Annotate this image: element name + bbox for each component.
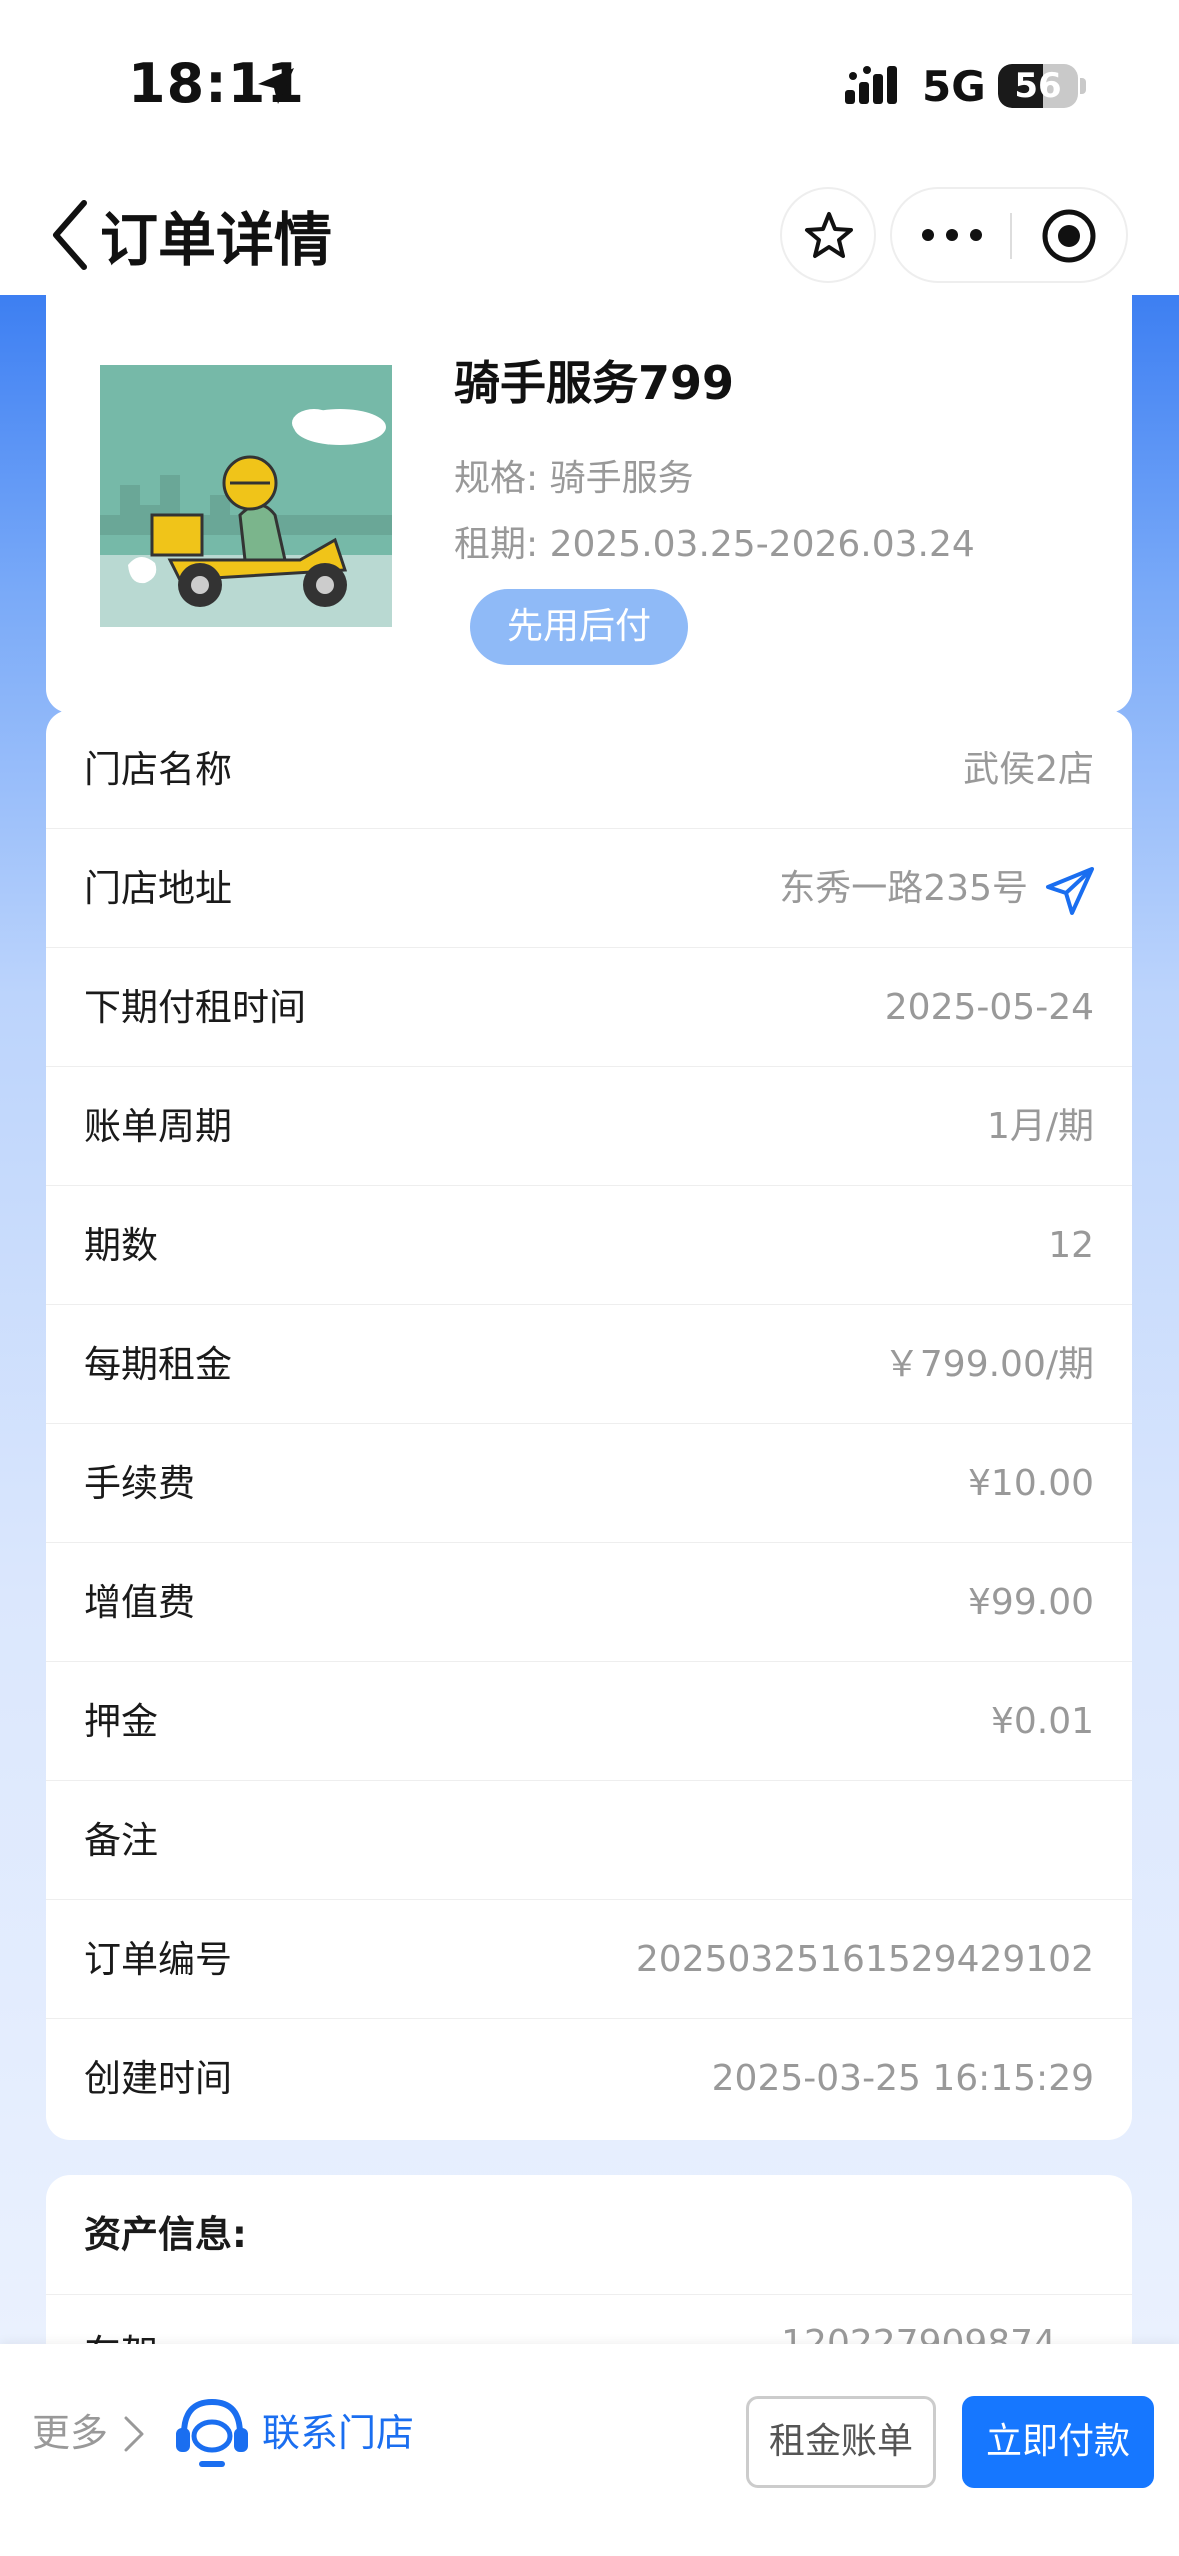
home-indicator-area bbox=[0, 2524, 1179, 2556]
deposit-value: ¥0.01 bbox=[990, 1701, 1094, 1742]
detail-row: 下期付租时间 2025-05-24 bbox=[46, 948, 1132, 1067]
bottom-action-bar: 更多 联系门店 租金账单 立即付款 bbox=[0, 2344, 1179, 2524]
favorite-button[interactable] bbox=[780, 187, 876, 283]
deposit-label: 押金 bbox=[84, 1700, 158, 1743]
rent-bill-button[interactable]: 租金账单 bbox=[746, 2396, 936, 2488]
order-details-card: 门店名称 武侯2店 门店地址 东秀一路235号 下期付租时间 2025-05-2… bbox=[46, 710, 1132, 2140]
detail-row: 账单周期 1月/期 bbox=[46, 1067, 1132, 1186]
next-payment-label: 下期付租时间 bbox=[84, 986, 306, 1029]
next-payment-value: 2025-05-24 bbox=[884, 987, 1094, 1028]
product-name: 骑手服务799 bbox=[454, 356, 735, 410]
detail-row: 门店名称 武侯2店 bbox=[46, 710, 1132, 829]
asset-divider bbox=[46, 2294, 1132, 2295]
created-time-label: 创建时间 bbox=[84, 2057, 232, 2100]
created-time-value: 2025-03-25 16:15:29 bbox=[711, 2058, 1094, 2099]
handling-fee-value: ¥10.00 bbox=[968, 1463, 1094, 1504]
headset-icon bbox=[176, 2398, 248, 2467]
store-name-value: 武侯2店 bbox=[963, 749, 1094, 790]
star-icon bbox=[805, 212, 853, 258]
installments-value: 12 bbox=[1048, 1225, 1094, 1266]
battery-icon: 56 bbox=[998, 64, 1078, 108]
handling-fee-label: 手续费 bbox=[84, 1462, 195, 1505]
ellipsis-icon bbox=[922, 229, 982, 241]
order-number-label: 订单编号 bbox=[84, 1938, 232, 1981]
battery-level: 56 bbox=[1014, 66, 1062, 106]
product-term: 租期: 2025.03.25-2026.03.24 bbox=[454, 524, 975, 565]
more-options-button[interactable] bbox=[892, 189, 1010, 281]
contact-store-label: 联系门店 bbox=[262, 2411, 415, 2455]
detail-row: 订单编号 20250325161529429102 bbox=[46, 1900, 1132, 2019]
more-link[interactable]: 更多 bbox=[32, 2404, 108, 2462]
chevron-right-icon bbox=[124, 2416, 144, 2452]
product-card: 骑手服务799 规格: 骑手服务 租期: 2025.03.25-2026.03.… bbox=[46, 285, 1132, 713]
billing-cycle-label: 账单周期 bbox=[84, 1105, 232, 1148]
product-image bbox=[100, 365, 392, 627]
nav-bar: 订单详情 bbox=[0, 175, 1179, 295]
detail-row: 押金 ¥0.01 bbox=[46, 1662, 1132, 1781]
value-added-fee-label: 增值费 bbox=[84, 1581, 195, 1624]
pay-later-badge: 先用后付 bbox=[470, 589, 688, 665]
detail-row: 手续费 ¥10.00 bbox=[46, 1424, 1132, 1543]
value-added-fee-value: ¥99.00 bbox=[968, 1582, 1094, 1623]
store-address-value: 东秀一路235号 bbox=[779, 868, 1028, 909]
battery-cap bbox=[1080, 78, 1086, 94]
detail-row: 每期租金 ￥799.00/期 bbox=[46, 1305, 1132, 1424]
rent-per-period-value: ￥799.00/期 bbox=[883, 1344, 1094, 1385]
page-title: 订单详情 bbox=[100, 206, 333, 274]
signal-icon bbox=[845, 66, 897, 104]
status-bar: 18:11 5G 56 bbox=[0, 0, 1179, 175]
page-background: 骑手服务799 规格: 骑手服务 租期: 2025.03.25-2026.03.… bbox=[0, 285, 1179, 2435]
location-arrow-icon bbox=[258, 68, 294, 104]
asset-info-title: 资产信息: bbox=[84, 2213, 247, 2256]
product-spec: 规格: 骑手服务 bbox=[454, 458, 694, 499]
detail-row: 创建时间 2025-03-25 16:15:29 bbox=[46, 2019, 1132, 2138]
remark-label: 备注 bbox=[84, 1819, 158, 1862]
detail-row: 备注 bbox=[46, 1781, 1132, 1900]
detail-row: 期数 12 bbox=[46, 1186, 1132, 1305]
detail-row[interactable]: 门店地址 东秀一路235号 bbox=[46, 829, 1132, 948]
detail-row: 增值费 ¥99.00 bbox=[46, 1543, 1132, 1662]
pay-now-button[interactable]: 立即付款 bbox=[962, 2396, 1154, 2488]
billing-cycle-value: 1月/期 bbox=[986, 1106, 1094, 1147]
network-type: 5G bbox=[922, 62, 986, 111]
target-icon bbox=[1042, 209, 1096, 263]
mini-program-capsule bbox=[890, 187, 1128, 283]
installments-label: 期数 bbox=[84, 1224, 158, 1267]
back-chevron-icon[interactable] bbox=[46, 197, 96, 273]
rent-per-period-label: 每期租金 bbox=[84, 1343, 232, 1386]
store-name-label: 门店名称 bbox=[84, 748, 232, 791]
store-address-label: 门店地址 bbox=[84, 867, 232, 910]
close-mini-program-button[interactable] bbox=[1012, 189, 1128, 281]
order-number-value: 20250325161529429102 bbox=[635, 1939, 1094, 1980]
navigation-arrow-icon[interactable] bbox=[1044, 865, 1096, 917]
